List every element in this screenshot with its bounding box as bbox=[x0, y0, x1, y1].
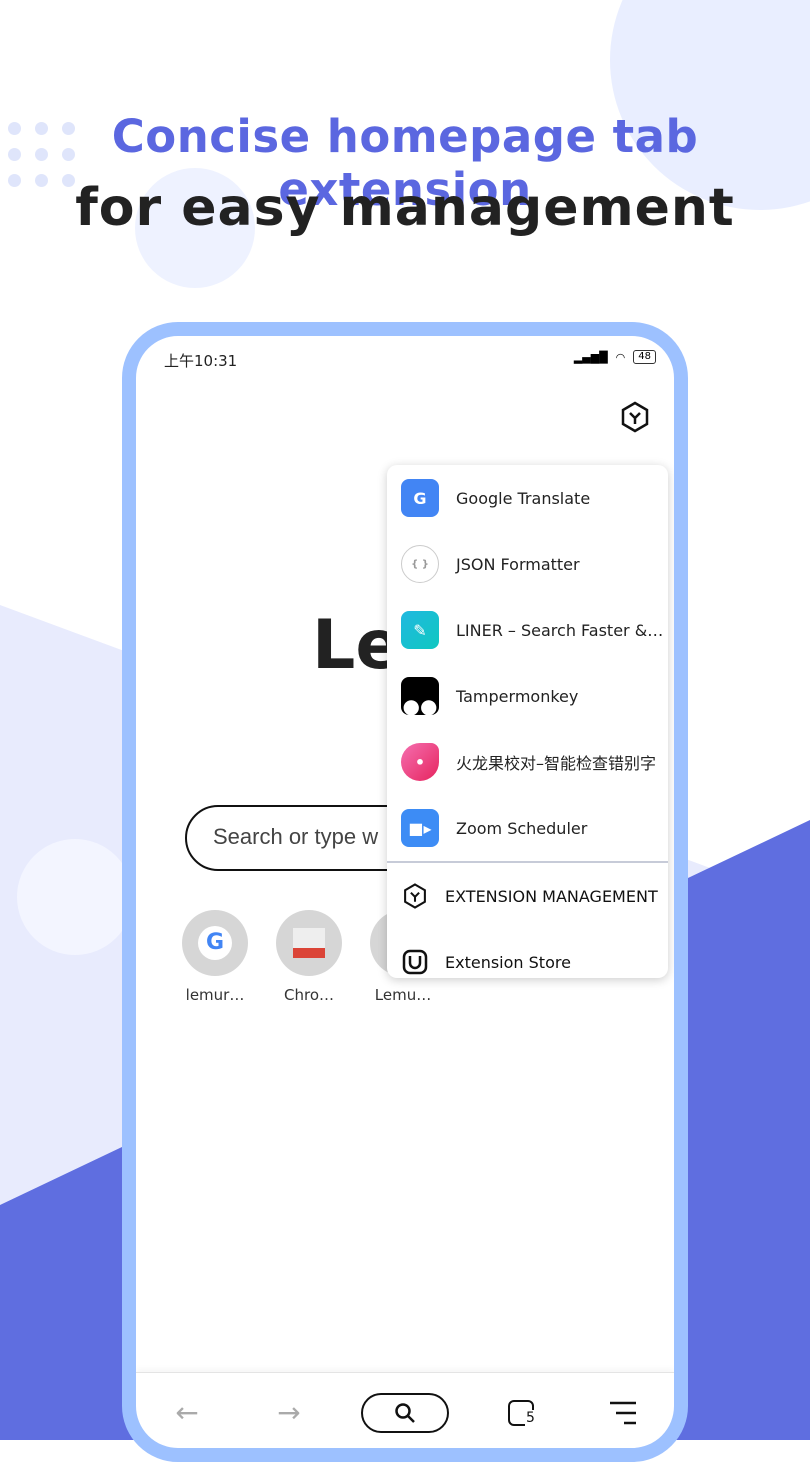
back-button[interactable]: ← bbox=[157, 1392, 217, 1434]
wifi-icon: ◠ bbox=[615, 350, 626, 364]
extensions-menu: G Google Translate { } JSON Formatter ✎ LIN… bbox=[387, 465, 668, 978]
forward-button[interactable]: → bbox=[259, 1392, 319, 1434]
zoom-icon: ■▸ bbox=[401, 809, 439, 847]
json-formatter-icon: { } bbox=[401, 545, 439, 583]
battery-icon: 48 bbox=[633, 350, 656, 364]
arrow-left-icon: ← bbox=[175, 1396, 199, 1429]
tabs-button[interactable]: 5 bbox=[491, 1392, 551, 1434]
status-icons: ▂▄▆█ ◠ 48 bbox=[574, 350, 656, 364]
extension-item-pitaya[interactable]: • 火龙果校对–智能检查错别字 bbox=[387, 729, 668, 795]
headline-line2: for easy management bbox=[75, 178, 735, 238]
chrome-store-icon bbox=[276, 910, 342, 976]
extension-item-zoom-scheduler[interactable]: ■▸ Zoom Scheduler bbox=[387, 795, 668, 861]
bottom-toolbar: ← → 5 bbox=[136, 1372, 674, 1448]
search-icon bbox=[395, 1402, 415, 1423]
extension-management-button[interactable]: EXTENSION MANAGEMENT bbox=[387, 863, 668, 929]
hexagon-extension-icon[interactable] bbox=[618, 400, 652, 434]
google-translate-icon: G bbox=[401, 479, 439, 517]
hexagon-extension-icon bbox=[404, 883, 426, 909]
search-button[interactable] bbox=[361, 1392, 449, 1433]
extension-store-button[interactable]: Extension Store bbox=[387, 929, 668, 978]
signal-icon: ▂▄▆█ bbox=[573, 350, 608, 364]
status-time: 上午10:31 bbox=[164, 352, 238, 370]
tampermonkey-icon: ●● bbox=[401, 677, 439, 716]
extension-item-liner[interactable]: ✎ LINER – Search Faster &… bbox=[387, 597, 668, 663]
google-icon: G bbox=[182, 910, 248, 976]
arrow-right-icon: → bbox=[277, 1396, 301, 1429]
extension-item-google-translate[interactable]: G Google Translate bbox=[387, 465, 668, 531]
shortcut-tile[interactable]: Glemur… bbox=[182, 910, 248, 1004]
menu-icon bbox=[610, 1401, 636, 1424]
liner-icon: ✎ bbox=[401, 611, 439, 649]
extension-item-json-formatter[interactable]: { } JSON Formatter bbox=[387, 531, 668, 597]
extension-item-tampermonkey[interactable]: ●● Tampermonkey bbox=[387, 663, 668, 729]
pitaya-icon: • bbox=[401, 743, 439, 781]
store-icon bbox=[402, 949, 428, 975]
shortcut-tile[interactable]: Chro… bbox=[276, 910, 342, 1004]
menu-button[interactable] bbox=[593, 1392, 653, 1434]
phone-frame: 上午10:31 ▂▄▆█ ◠ 48 Le Search or type w Gl… bbox=[122, 322, 688, 1462]
